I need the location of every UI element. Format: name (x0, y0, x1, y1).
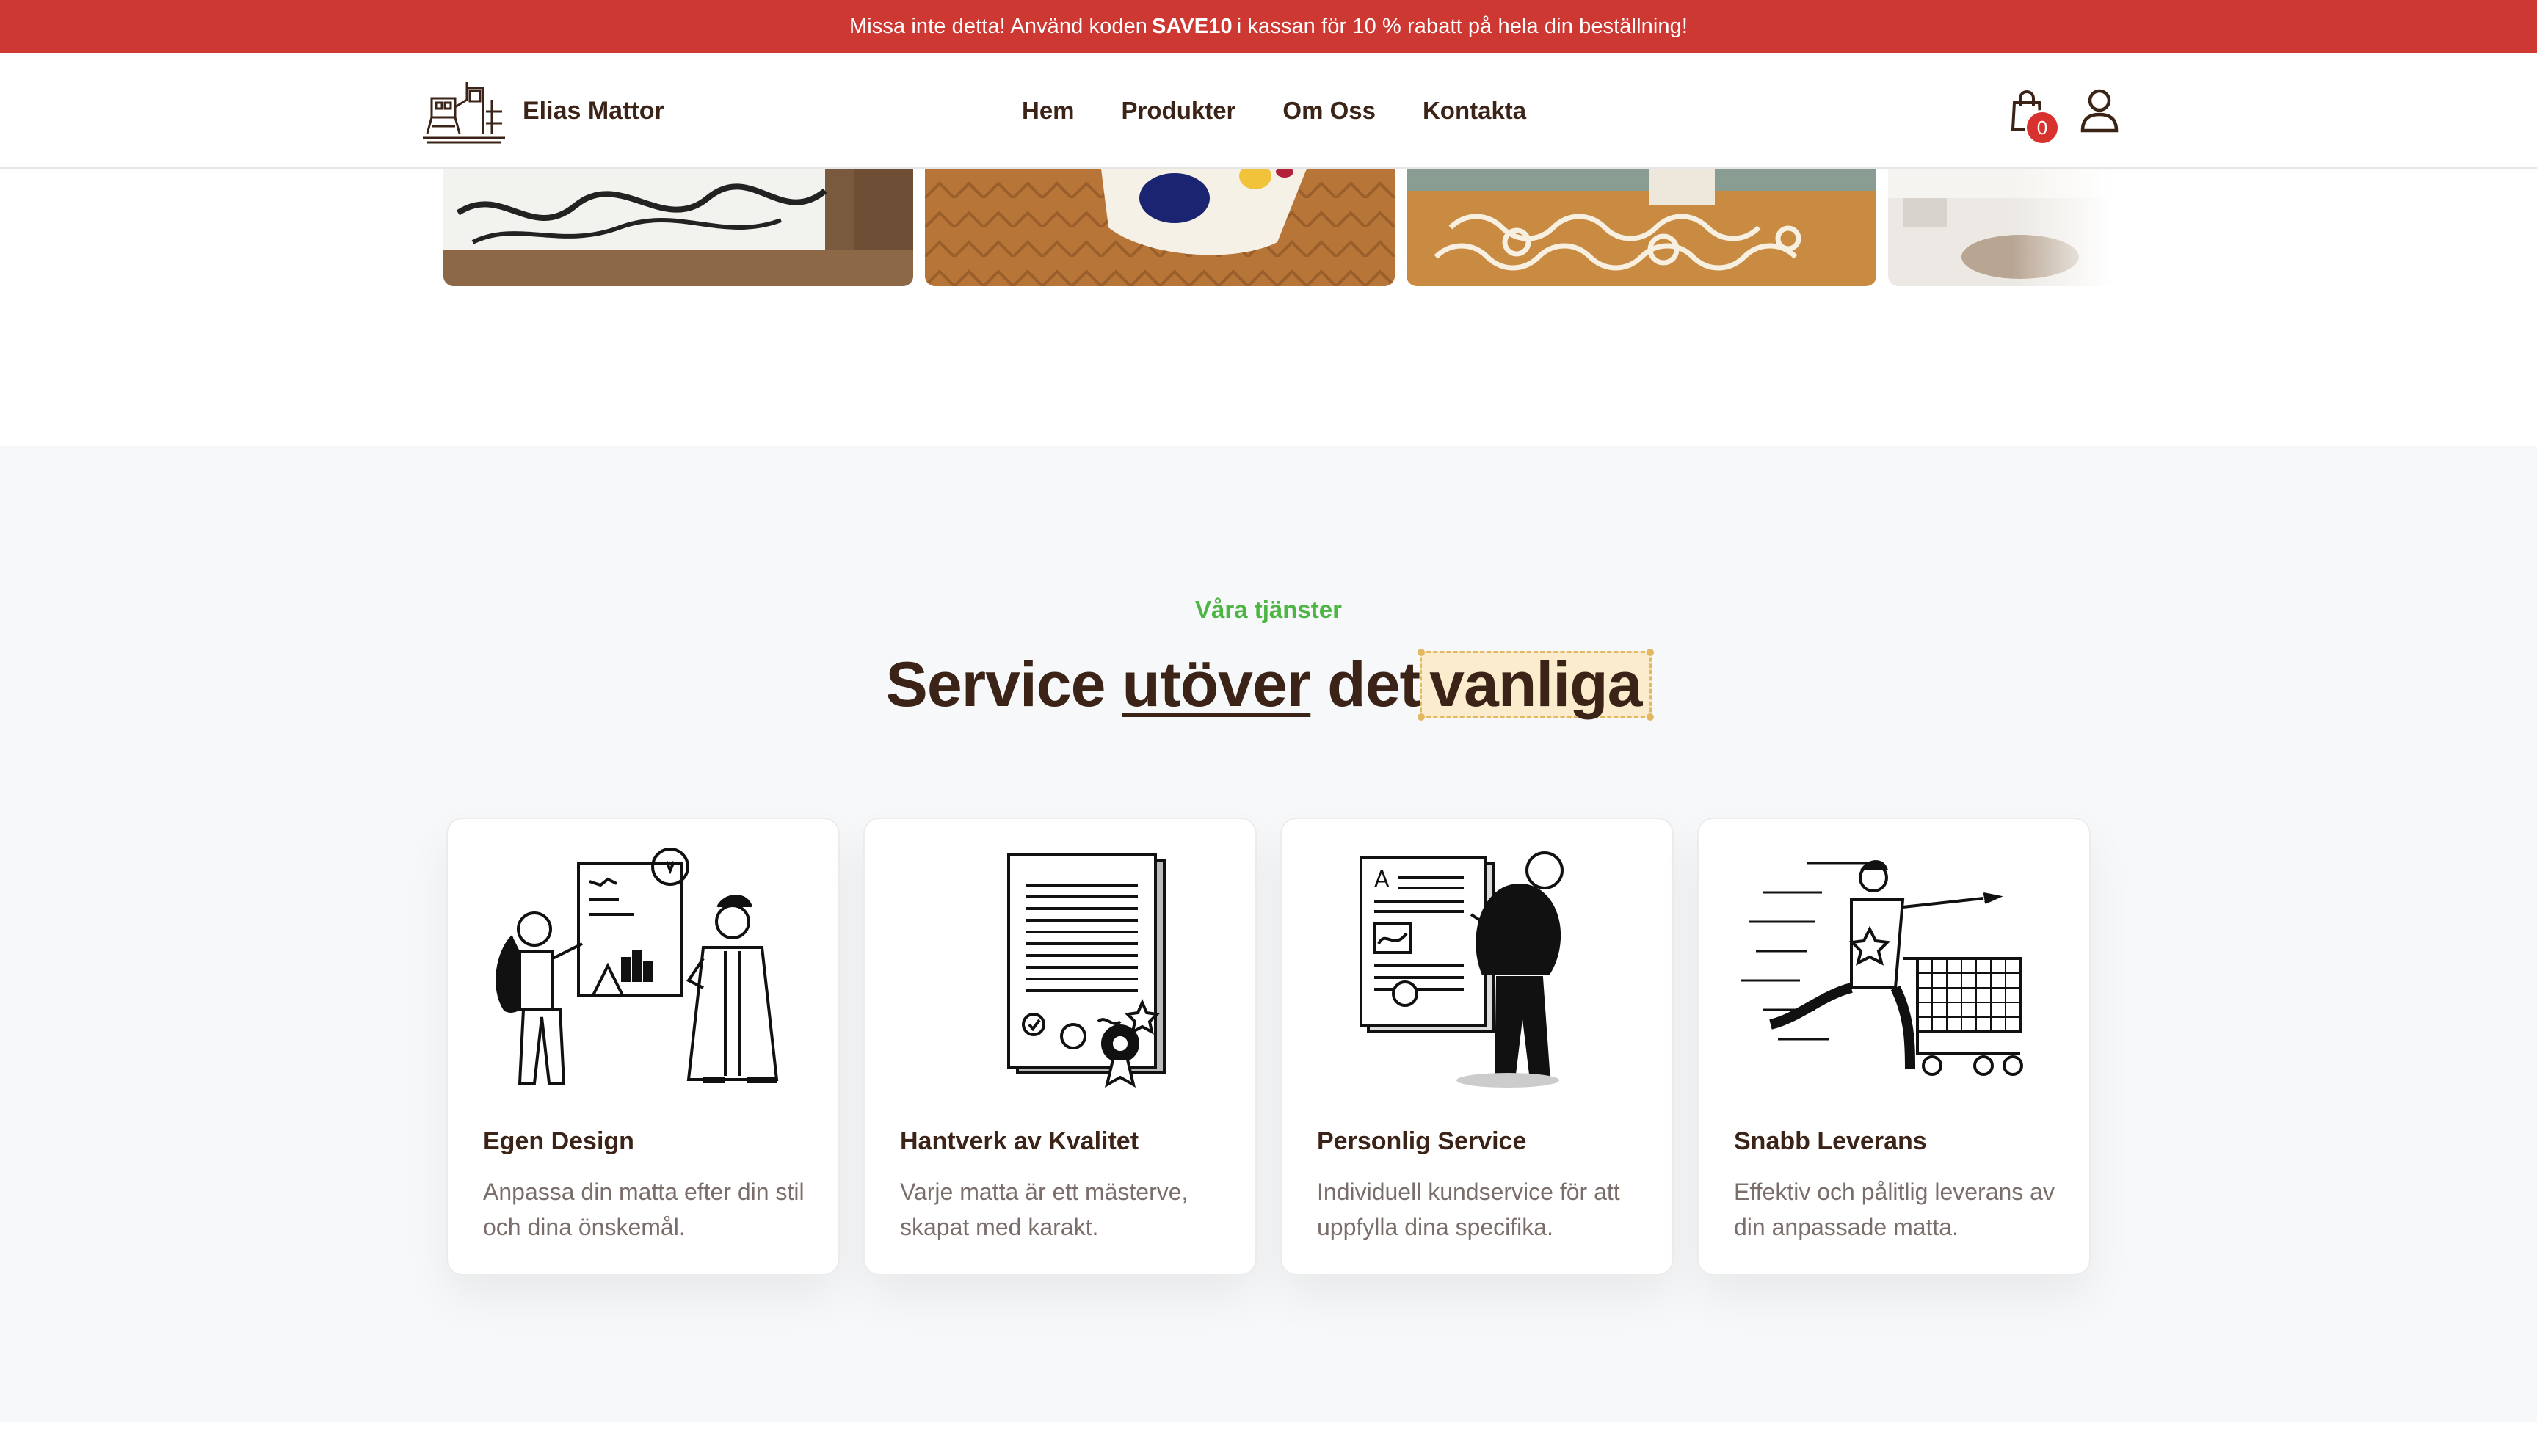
user-icon (2080, 89, 2119, 133)
card-title: Hantverk av Kvalitet (900, 1127, 1139, 1155)
section-headline: Service utöver det vanliga (0, 649, 2537, 721)
nav-link-kontakta[interactable]: Kontakta (1423, 97, 1526, 125)
rug-image-line-art (443, 169, 913, 286)
headline-highlight-box: vanliga (1418, 649, 1654, 721)
highlight-corner-dot (1418, 713, 1426, 721)
nav-link-om-oss[interactable]: Om Oss (1282, 97, 1376, 125)
highlight-corner-dot (1646, 649, 1654, 656)
highlight-corner-dot (1646, 713, 1654, 721)
service-card-snabb-leverans[interactable]: Snabb Leverans Effektiv och pålitlig lev… (1697, 818, 2091, 1275)
rug-carousel (440, 169, 2114, 286)
headline-part2: det (1327, 649, 1420, 720)
rug-image-colorful (925, 169, 1395, 286)
promo-prefix: Missa inte detta! Använd koden (849, 14, 1148, 38)
service-card-egen-design[interactable]: Egen Design Anpassa din matta efter din … (446, 818, 840, 1275)
carousel-slide[interactable] (1407, 169, 1876, 286)
personal-service-illustration: A (1360, 851, 1564, 1088)
service-card-hantverk[interactable]: Hantverk av Kvalitet Varje matta är ett … (863, 818, 1257, 1275)
design-team-illustration (496, 848, 779, 1085)
card-title: Snabb Leverans (1734, 1127, 1927, 1155)
promo-suffix: i kassan för 10 % rabatt på hela din bes… (1236, 14, 1688, 38)
delivery-cart-illustration (1741, 860, 2023, 1076)
account-button[interactable] (2079, 88, 2120, 134)
carousel-slide[interactable] (925, 169, 1395, 286)
headline-highlighted: vanliga (1429, 649, 1642, 720)
carousel-fade (2011, 169, 2114, 286)
nav-link-hem[interactable]: Hem (1022, 97, 1075, 125)
services-section: Våra tjänster Service utöver detvanliga (0, 446, 2537, 1422)
service-card-personlig-service[interactable]: A Personlig Service Individuell kundserv… (1280, 818, 1674, 1275)
cart-count-badge: 0 (2025, 110, 2060, 145)
highlight-corner-dot (1418, 649, 1426, 656)
main-nav: Hem Produkter Om Oss Kontakta (1022, 53, 1526, 169)
promo-code: SAVE10 (1152, 14, 1233, 38)
headline-part1: Service (885, 649, 1106, 720)
nav-link-produkter[interactable]: Produkter (1122, 97, 1236, 125)
card-description: Individuell kundservice för att uppfylla… (1317, 1179, 1620, 1240)
promo-banner: Missa inte detta! Använd koden SAVE10 i … (0, 0, 2537, 53)
brand-logo-link[interactable]: Elias Mattor (421, 78, 664, 144)
svg-text:A: A (1374, 867, 1390, 892)
card-title: Egen Design (483, 1127, 634, 1155)
certificate-illustration (1007, 853, 1166, 1088)
footer-edge (0, 1422, 2537, 1456)
card-description: Varje matta är ett mästerve, skapat med … (900, 1179, 1188, 1240)
site-header: Elias Mattor Hem Produkter Om Oss Kontak… (0, 53, 2537, 169)
card-description: Effektiv och pålitlig leverans av din an… (1734, 1179, 2055, 1240)
card-title: Personlig Service (1317, 1127, 1527, 1155)
headline-underlined: utöver (1122, 649, 1311, 720)
logo-sewing-machine-icon (423, 82, 505, 144)
rug-image-orange-pattern (1407, 169, 1876, 286)
card-description: Anpassa din matta efter din stil och din… (483, 1179, 805, 1240)
section-eyebrow: Våra tjänster (1195, 596, 1342, 623)
brand-name: Elias Mattor (523, 96, 664, 125)
carousel-slide[interactable] (443, 169, 913, 286)
cart-button[interactable]: 0 (2010, 90, 2060, 145)
